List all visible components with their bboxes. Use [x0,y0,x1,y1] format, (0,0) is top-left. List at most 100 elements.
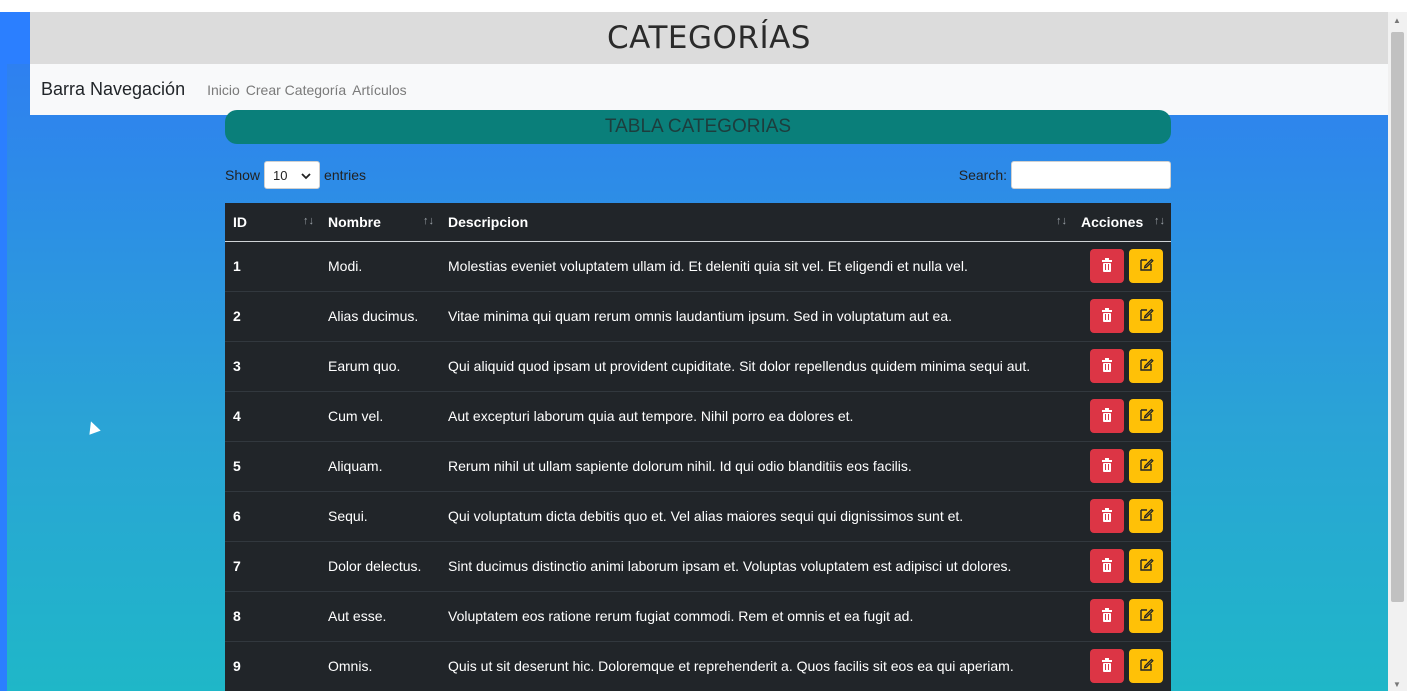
edit-button[interactable] [1129,349,1163,383]
sort-icon: ↑↓ [1056,215,1067,227]
edit-icon [1139,307,1154,325]
cell-acciones [1073,290,1171,341]
entries-select[interactable]: 10 [264,161,321,189]
navbar: Barra Navegación Inicio Crear Categoría … [30,64,1388,115]
banner-title: TABLA CATEGORIAS [604,116,792,137]
cell-nombre: Aut esse. [320,590,440,641]
cell-id: 9 [225,640,320,691]
delete-button[interactable] [1090,299,1124,333]
page-title: CATEGORÍAS [607,20,811,56]
delete-button[interactable] [1090,599,1124,633]
delete-button[interactable] [1090,249,1124,283]
row-actions [1081,599,1163,633]
cell-acciones [1073,590,1171,641]
row-actions [1081,349,1163,383]
cell-id: 8 [225,590,320,641]
nav-link-inicio[interactable]: Inicio [207,82,240,98]
cell-nombre: Aliquam. [320,440,440,491]
trash-icon [1101,457,1113,475]
entries-value: 10 [273,167,288,183]
cell-descripcion: Qui aliquid quod ipsam ut provident cupi… [440,340,1073,391]
nav-link-crear-categoria[interactable]: Crear Categoría [246,82,346,98]
table-banner: TABLA CATEGORIAS [225,110,1171,144]
entries-label: entries [324,167,367,183]
cell-acciones [1073,240,1171,291]
edit-button[interactable] [1129,299,1163,333]
cell-id: 3 [225,340,320,391]
top-left-gap [7,12,30,64]
cell-acciones [1073,490,1171,541]
cell-nombre: Earum quo. [320,340,440,391]
trash-icon [1101,507,1113,525]
delete-button[interactable] [1090,499,1124,533]
trash-icon [1101,407,1113,425]
header-nombre[interactable]: Nombre ↑↓ [320,203,440,242]
page-header: CATEGORÍAS [30,12,1388,64]
search-control: Search: [959,161,1171,189]
trash-icon [1101,307,1113,325]
edit-button[interactable] [1129,599,1163,633]
cell-id: 7 [225,540,320,591]
cell-acciones [1073,390,1171,441]
edit-icon [1139,657,1154,675]
table-header-row: ID ↑↓ Nombre ↑↓ Descripcion ↑↓ Acciones ↑↓ [225,203,1171,242]
search-input[interactable] [1011,161,1171,189]
cell-id: 4 [225,390,320,441]
row-actions [1081,399,1163,433]
chevron-down-icon [301,168,311,183]
edit-button[interactable] [1129,249,1163,283]
viewport: CATEGORÍAS Barra Navegación Inicio Crear… [0,0,1407,691]
table-row: 9 Omnis. Quis ut sit deserunt hic. Dolor… [225,640,1171,691]
categories-table: ID ↑↓ Nombre ↑↓ Descripcion ↑↓ Acciones ↑↓ 1… [225,203,1171,691]
left-strip [0,12,7,691]
scroll-up-icon[interactable]: ▲ [1393,16,1401,25]
sort-icon: ↑↓ [303,215,314,227]
edit-icon [1139,607,1154,625]
delete-button[interactable] [1090,549,1124,583]
table-row: 2 Alias ducimus. Vitae minima qui quam r… [225,290,1171,341]
edit-icon [1139,457,1154,475]
cell-acciones [1073,440,1171,491]
show-label: Show [225,167,261,183]
scroll-thumb[interactable] [1391,32,1404,602]
cell-nombre: Alias ducimus. [320,290,440,341]
cell-descripcion: Vitae minima qui quam rerum omnis laudan… [440,290,1073,341]
cell-id: 1 [225,240,320,291]
trash-icon [1101,557,1113,575]
cell-id: 2 [225,290,320,341]
nav-link-articulos[interactable]: Artículos [352,82,406,98]
navbar-brand[interactable]: Barra Navegación [41,79,185,100]
table-row: 7 Dolor delectus. Sint ducimus distincti… [225,540,1171,591]
row-actions [1081,549,1163,583]
cell-acciones [1073,540,1171,591]
row-actions [1081,649,1163,684]
sort-icon: ↑↓ [1154,215,1165,227]
edit-icon [1139,507,1154,525]
cell-descripcion: Voluptatem eos ratione rerum fugiat comm… [440,590,1073,641]
scroll-down-icon[interactable]: ▼ [1393,680,1401,689]
header-descripcion[interactable]: Descripcion ↑↓ [440,203,1073,242]
trash-icon [1101,657,1113,675]
edit-button[interactable] [1129,449,1163,483]
delete-button[interactable] [1090,349,1124,383]
delete-button[interactable] [1090,649,1124,684]
table-body: 1 Modi. Molestias eveniet voluptatem ull… [225,240,1171,691]
edit-button[interactable] [1129,399,1163,433]
cell-nombre: Cum vel. [320,390,440,441]
delete-button[interactable] [1090,399,1124,433]
edit-icon [1139,357,1154,375]
table-row: 1 Modi. Molestias eveniet voluptatem ull… [225,240,1171,291]
cell-acciones [1073,640,1171,691]
row-actions [1081,499,1163,533]
vertical-scrollbar[interactable]: ▲ ▼ [1388,12,1407,691]
delete-button[interactable] [1090,449,1124,483]
table-row: 6 Sequi. Qui voluptatum dicta debitis qu… [225,490,1171,541]
edit-button[interactable] [1129,499,1163,533]
edit-button[interactable] [1129,549,1163,583]
cell-descripcion: Aut excepturi laborum quia aut tempore. … [440,390,1073,441]
header-id[interactable]: ID ↑↓ [225,203,320,242]
header-acciones[interactable]: Acciones ↑↓ [1073,203,1171,242]
edit-button[interactable] [1129,649,1163,684]
cell-nombre: Dolor delectus. [320,540,440,591]
table-controls: Show 10 entries Search: [225,161,1171,189]
